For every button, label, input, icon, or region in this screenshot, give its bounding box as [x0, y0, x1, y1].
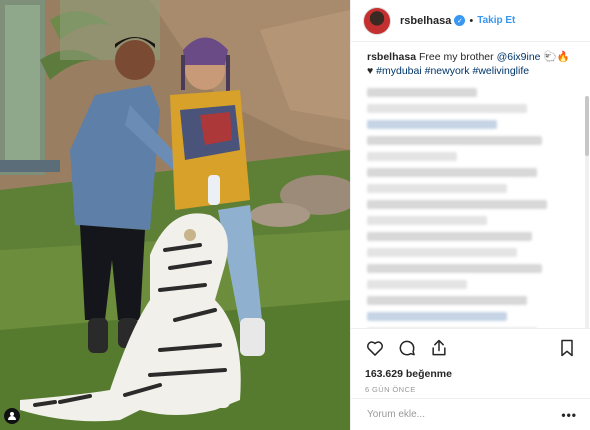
hashtag-mydubai[interactable]: #mydubai [376, 65, 422, 77]
post-caption: rsbelhasa Free my brother @6ix9ine 🐑🔥 ♥ … [367, 50, 579, 78]
tag-person-icon[interactable] [4, 408, 20, 424]
blurred-comment [367, 120, 497, 129]
scrollbar-thumb[interactable] [585, 96, 589, 156]
caption-emoji: 🐑🔥 [543, 51, 570, 63]
add-comment-bar: Yorum ekle... ••• [351, 398, 590, 430]
avatar[interactable] [363, 6, 391, 35]
post-actions: 163.629 beğenme 6 GÜN ÖNCE [351, 328, 590, 394]
blurred-comments [367, 88, 579, 328]
more-options-button[interactable]: ••• [561, 408, 577, 422]
comment-input[interactable]: Yorum ekle... [367, 409, 561, 420]
blurred-comment [367, 264, 542, 273]
header-separator: • [469, 14, 474, 27]
caption-username[interactable]: rsbelhasa [367, 51, 416, 63]
share-icon[interactable] [429, 338, 449, 358]
blurred-comment [367, 232, 532, 241]
blurred-comment [367, 168, 537, 177]
follow-button[interactable]: Takip Et [477, 15, 515, 26]
post-photo[interactable] [0, 0, 350, 430]
caption-text: Free my brother [418, 51, 494, 63]
hashtag-newyork[interactable]: #newyork [425, 65, 470, 77]
post-timestamp[interactable]: 6 GÜN ÖNCE [365, 385, 577, 394]
comments-scrollbar[interactable] [585, 96, 589, 328]
blurred-comment [367, 296, 527, 305]
comments-area[interactable]: rsbelhasa Free my brother @6ix9ine 🐑🔥 ♥ … [351, 42, 590, 328]
heart-icon[interactable] [365, 338, 385, 358]
blurred-comment [367, 104, 527, 113]
bookmark-icon[interactable] [557, 338, 577, 358]
blurred-comment [367, 200, 547, 209]
action-icons [365, 337, 577, 359]
blurred-comment [367, 312, 507, 321]
like-count[interactable]: 163.629 beğenme [365, 368, 577, 380]
blurred-comment [367, 88, 477, 97]
blurred-comment [367, 152, 457, 161]
photo-illustration [0, 0, 350, 430]
post-side-panel: rsbelhasa ✓ • Takip Et rsbelhasa Free my… [350, 0, 590, 430]
caption-heart-emoji: ♥ [367, 65, 374, 77]
blurred-comment [367, 184, 507, 193]
blurred-comment [367, 136, 542, 145]
post-header: rsbelhasa ✓ • Takip Et [351, 0, 590, 42]
blurred-comment [367, 280, 467, 289]
caption-mention[interactable]: @6ix9ine [497, 51, 541, 63]
header-username[interactable]: rsbelhasa [400, 15, 451, 27]
hashtag-welivinglife[interactable]: #welivinglife [472, 65, 529, 77]
comment-icon[interactable] [397, 338, 417, 358]
blurred-comment [367, 248, 517, 257]
verified-icon: ✓ [454, 15, 466, 26]
blurred-comment [367, 216, 487, 225]
